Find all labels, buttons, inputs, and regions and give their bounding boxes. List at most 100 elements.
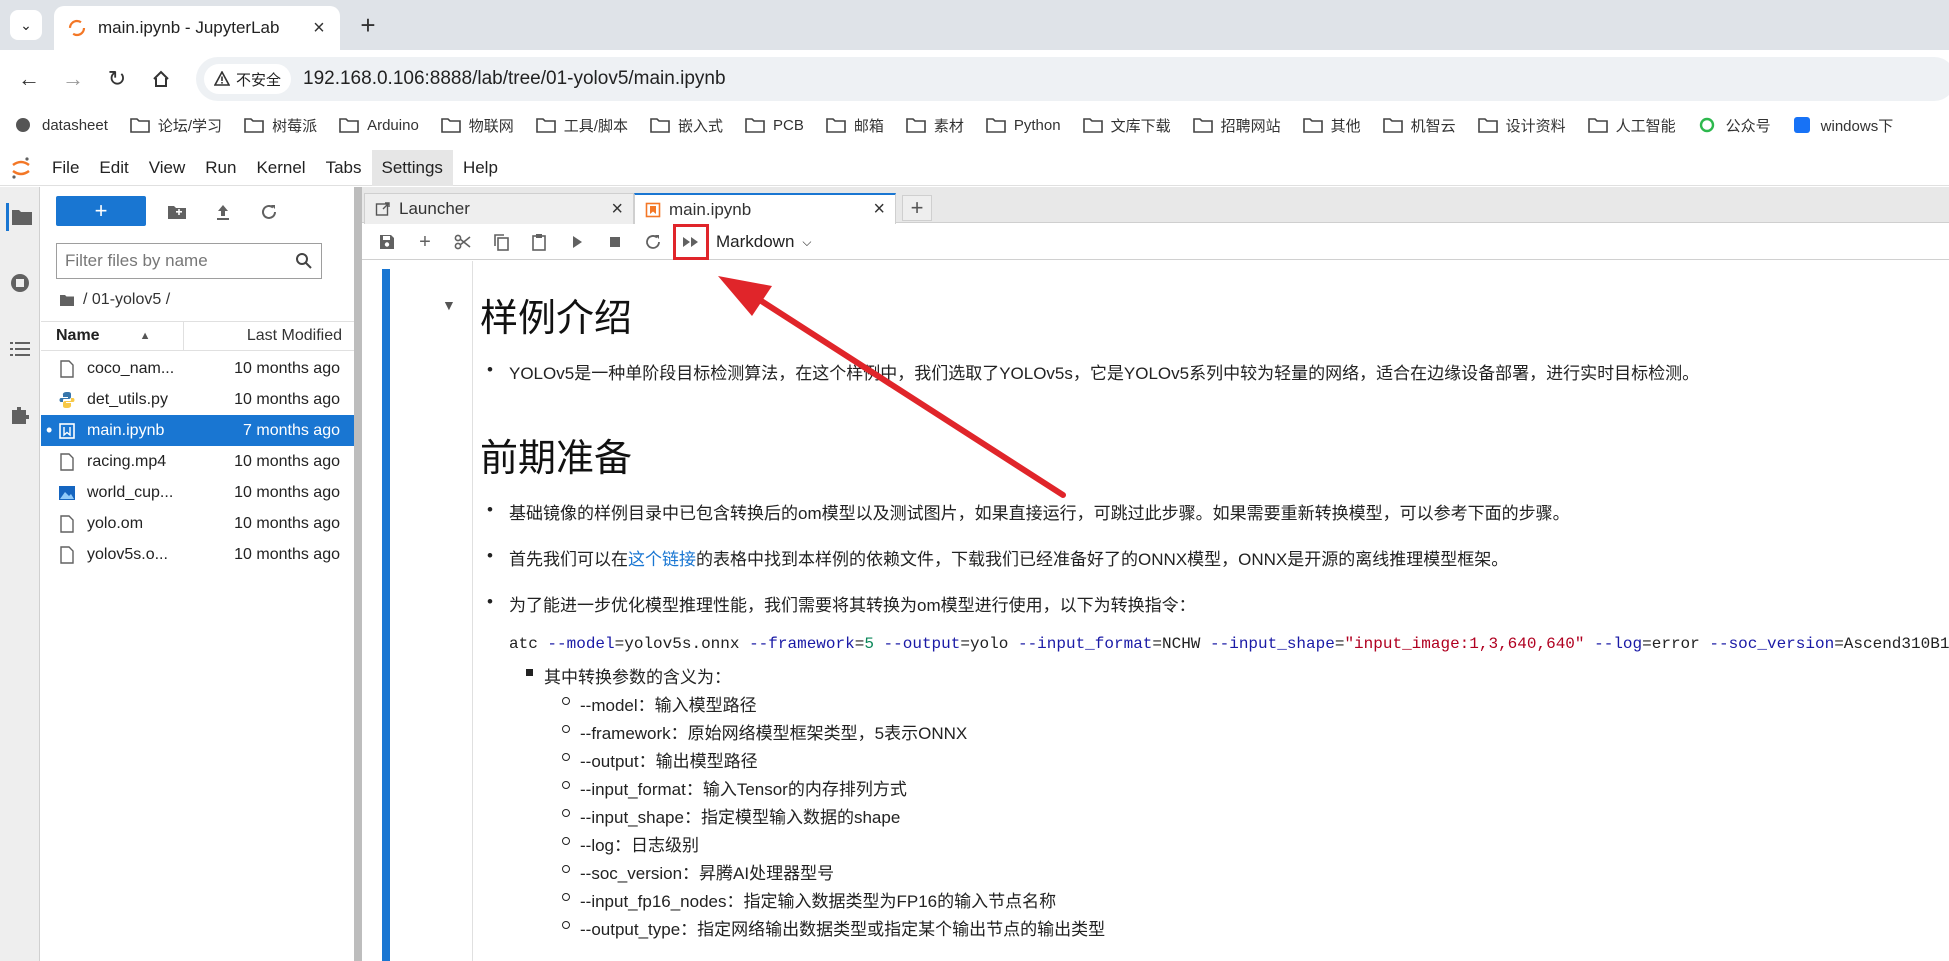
upload-icon[interactable] (211, 200, 235, 224)
omnibox[interactable]: 不安全 192.168.0.106:8888/lab/tree/01-yolov… (196, 57, 1949, 101)
stop-icon[interactable] (602, 229, 628, 255)
bookmark-item[interactable]: 公众号 (1698, 115, 1771, 136)
folder-icon (1382, 118, 1403, 133)
cell-type-value: Markdown (716, 232, 795, 251)
paste-icon[interactable] (526, 229, 552, 255)
back-icon[interactable]: ← (12, 62, 46, 96)
bookmark-folder[interactable]: 设计资料 (1477, 115, 1566, 136)
heading-prep: 前期准备 (480, 438, 633, 480)
folder-icon (535, 118, 556, 133)
active-cell-indicator[interactable] (382, 269, 390, 961)
copy-icon[interactable] (488, 229, 514, 255)
bookmark-folder[interactable]: PCB (745, 116, 804, 134)
dependency-link[interactable]: 这个链接 (628, 550, 696, 569)
bookmark-folder[interactable]: Python (986, 116, 1061, 134)
menu-help[interactable]: Help (453, 150, 508, 186)
file-browser-tab[interactable] (6, 203, 34, 231)
url-text[interactable]: 192.168.0.106:8888/lab/tree/01-yolov5/ma… (303, 68, 726, 90)
file-row[interactable]: world_cup... 10 months ago (41, 477, 354, 508)
home-icon[interactable] (144, 62, 178, 96)
left-activity-bar (0, 187, 40, 961)
browser-tab-title: main.ipynb - JupyterLab (98, 18, 280, 37)
bookmark-folder[interactable]: 树莓派 (244, 115, 317, 136)
tab-search-button[interactable]: ⌄ (10, 10, 42, 40)
panel-splitter[interactable] (354, 187, 362, 961)
bookmark-item[interactable]: datasheet (14, 116, 108, 134)
cell-type-select[interactable]: Markdown ⌵ (716, 229, 812, 255)
stop-circle-icon (11, 274, 29, 292)
bookmark-folder[interactable]: 人工智能 (1587, 115, 1676, 136)
modified-column-header[interactable]: Last Modified (184, 327, 354, 345)
list-item: 其中转换参数的含义为： (526, 663, 731, 688)
new-tab-button[interactable]: + (352, 10, 384, 40)
bookmark-folder[interactable]: 物联网 (440, 115, 514, 136)
folder-icon (339, 118, 359, 133)
file-row[interactable]: det_utils.py 10 months ago (41, 384, 354, 415)
breadcrumb-path[interactable]: / 01-yolov5 / (83, 291, 170, 309)
security-chip[interactable]: 不安全 (204, 64, 292, 94)
folder-icon[interactable] (59, 293, 75, 307)
add-tab-button[interactable]: + (902, 195, 932, 221)
bookmark-folder[interactable]: 文库下载 (1082, 115, 1171, 136)
file-row-selected[interactable]: • main.ipynb 7 months ago (41, 415, 354, 446)
file-row[interactable]: coco_nam... 10 months ago (41, 353, 354, 384)
tab-label: Launcher (399, 199, 470, 218)
insert-cell-icon[interactable]: + (412, 229, 438, 255)
menu-settings[interactable]: Settings (371, 149, 453, 186)
menu-tabs[interactable]: Tabs (316, 150, 372, 186)
bookmark-folder[interactable]: 机智云 (1382, 115, 1456, 136)
bookmark-folder[interactable]: 招聘网站 (1192, 115, 1281, 136)
file-name: world_cup... (87, 483, 174, 501)
refresh-icon[interactable] (257, 200, 281, 224)
new-folder-icon[interactable] (165, 200, 189, 224)
tab-launcher[interactable]: Launcher × (364, 193, 634, 224)
file-filter-input[interactable] (65, 251, 295, 271)
file-row[interactable]: yolov5s.o... 10 months ago (41, 539, 354, 570)
heading-intro: 样例介绍 (480, 298, 633, 340)
file-filter[interactable] (56, 243, 322, 279)
restart-run-all-icon[interactable] (673, 224, 709, 260)
reload-icon[interactable]: ↻ (100, 62, 134, 96)
bookmark-folder[interactable]: 嵌入式 (650, 115, 723, 136)
restart-kernel-icon[interactable] (640, 229, 666, 255)
menu-run[interactable]: Run (195, 150, 246, 186)
folder-icon (1477, 118, 1498, 133)
bookmark-item[interactable]: windows下 (1793, 115, 1893, 136)
param-item: --output_type：指定网络输出数据类型或指定某个输出节点的输出类型 (562, 915, 1105, 940)
forward-icon[interactable]: → (56, 62, 90, 96)
document-tabbar: Launcher × main.ipynb × + (362, 187, 1949, 224)
save-icon[interactable] (374, 229, 400, 255)
bookmark-folder[interactable]: 邮箱 (826, 115, 884, 136)
extension-manager-tab[interactable] (6, 401, 34, 429)
running-sessions-tab[interactable] (6, 269, 34, 297)
bookmark-folder[interactable]: 论坛/学习 (130, 115, 222, 136)
file-row[interactable]: racing.mp4 10 months ago (41, 446, 354, 477)
close-icon[interactable]: × (611, 198, 623, 221)
warning-icon (214, 71, 230, 86)
menu-file[interactable]: File (42, 150, 89, 186)
collapse-heading-icon[interactable]: ▼ (442, 297, 456, 313)
browser-tab-active[interactable]: main.ipynb - JupyterLab × (54, 6, 340, 50)
file-row[interactable]: yolo.om 10 months ago (41, 508, 354, 539)
close-icon[interactable]: × (873, 198, 885, 221)
table-of-contents-tab[interactable] (6, 335, 34, 363)
bookmark-folder[interactable]: 工具/脚本 (535, 115, 628, 136)
list-icon (10, 342, 30, 356)
run-icon[interactable] (564, 229, 590, 255)
menu-kernel[interactable]: Kernel (246, 150, 315, 186)
folder-icon (130, 118, 150, 133)
menu-edit[interactable]: Edit (89, 150, 138, 186)
name-column-header[interactable]: Name ▲ (41, 322, 184, 350)
bookmark-folder[interactable]: Arduino (339, 116, 419, 134)
notebook-content[interactable]: ▼ 样例介绍 • YOLOv5是一种单阶段目标检测算法，在这个样例中，我们选取了… (362, 261, 1949, 961)
close-icon[interactable]: × (306, 15, 332, 41)
tab-main-ipynb[interactable]: main.ipynb × (634, 193, 896, 224)
bookmark-folder[interactable]: 其他 (1302, 115, 1361, 136)
sort-ascending-icon: ▲ (139, 330, 151, 342)
notebook-icon (645, 202, 661, 217)
folder-icon (244, 118, 264, 133)
bookmark-folder[interactable]: 素材 (906, 115, 964, 136)
new-launcher-button[interactable]: + (56, 196, 146, 226)
menu-view[interactable]: View (139, 150, 196, 186)
cut-icon[interactable] (450, 229, 476, 255)
